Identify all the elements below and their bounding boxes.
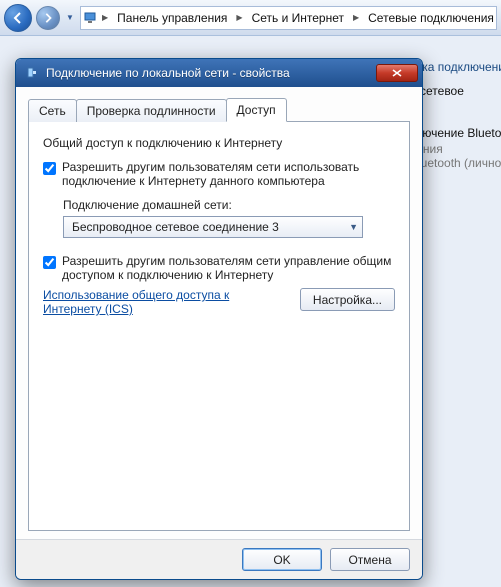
arrow-right-icon: [43, 13, 53, 23]
crumb-network-internet[interactable]: Сеть и Интернет: [246, 7, 350, 29]
tab-sharing-pane: Общий доступ к подключению к Интернету Р…: [28, 121, 410, 531]
home-connection-combo[interactable]: Беспроводное сетевое соединение 3 ▼: [63, 216, 363, 238]
chevron-right-icon[interactable]: ▶: [233, 13, 245, 22]
close-button[interactable]: [376, 64, 418, 82]
history-dropdown[interactable]: ▼: [64, 9, 76, 27]
tabstrip: Сеть Проверка подлинности Доступ: [28, 98, 410, 122]
home-connection-label: Подключение домашней сети:: [63, 198, 395, 212]
dialog-title: Подключение по локальной сети - свойства: [46, 66, 376, 80]
address-bar[interactable]: ▶ Панель управления ▶ Сеть и Интернет ▶ …: [80, 6, 497, 30]
settings-button[interactable]: Настройка...: [300, 288, 395, 311]
adapter-icon: [24, 65, 40, 81]
ics-help-link[interactable]: Использование общего доступа к Интернету…: [43, 288, 253, 316]
tab-authentication[interactable]: Проверка подлинности: [76, 99, 227, 122]
back-button[interactable]: [4, 4, 32, 32]
list-item[interactable]: ключение Bluetooth чения Bluetooth (личн…: [410, 126, 500, 170]
section-title: Общий доступ к подключению к Интернету: [43, 136, 395, 150]
explorer-nav: ▼ ▶ Панель управления ▶ Сеть и Интернет …: [0, 0, 501, 36]
network-icon: [83, 9, 99, 27]
allow-sharing-label: Разрешить другим пользователям сети испо…: [62, 160, 395, 188]
panel-heading: тика подключения: [410, 60, 500, 74]
allow-control-row[interactable]: Разрешить другим пользователям сети упра…: [43, 254, 395, 282]
list-item[interactable]: е сетевое 2: [410, 84, 500, 114]
dialog-button-bar: OK Отмена: [16, 539, 422, 579]
properties-dialog: Подключение по локальной сети - свойства…: [15, 58, 423, 580]
arrow-left-icon: [12, 12, 24, 24]
connections-panel-fragment: тика подключения е сетевое 2 ключение Bl…: [410, 60, 500, 182]
chevron-right-icon[interactable]: ▶: [99, 13, 111, 22]
dialog-body: Сеть Проверка подлинности Доступ Общий д…: [16, 87, 422, 539]
chevron-right-icon[interactable]: ▶: [350, 13, 362, 22]
allow-control-label: Разрешить другим пользователям сети упра…: [62, 254, 395, 282]
allow-sharing-checkbox[interactable]: [43, 162, 56, 175]
tab-sharing[interactable]: Доступ: [226, 98, 287, 122]
tab-network[interactable]: Сеть: [28, 99, 77, 122]
chevron-down-icon: ▼: [349, 222, 358, 232]
ok-button[interactable]: OK: [242, 548, 322, 571]
close-icon: [392, 69, 402, 77]
crumb-network-connections[interactable]: Сетевые подключения: [362, 7, 497, 29]
cancel-button[interactable]: Отмена: [330, 548, 410, 571]
allow-sharing-row[interactable]: Разрешить другим пользователям сети испо…: [43, 160, 395, 188]
crumb-control-panel[interactable]: Панель управления: [111, 7, 233, 29]
forward-button[interactable]: [36, 6, 60, 30]
combo-value: Беспроводное сетевое соединение 3: [72, 220, 349, 234]
allow-control-checkbox[interactable]: [43, 256, 56, 269]
titlebar[interactable]: Подключение по локальной сети - свойства: [16, 59, 422, 87]
